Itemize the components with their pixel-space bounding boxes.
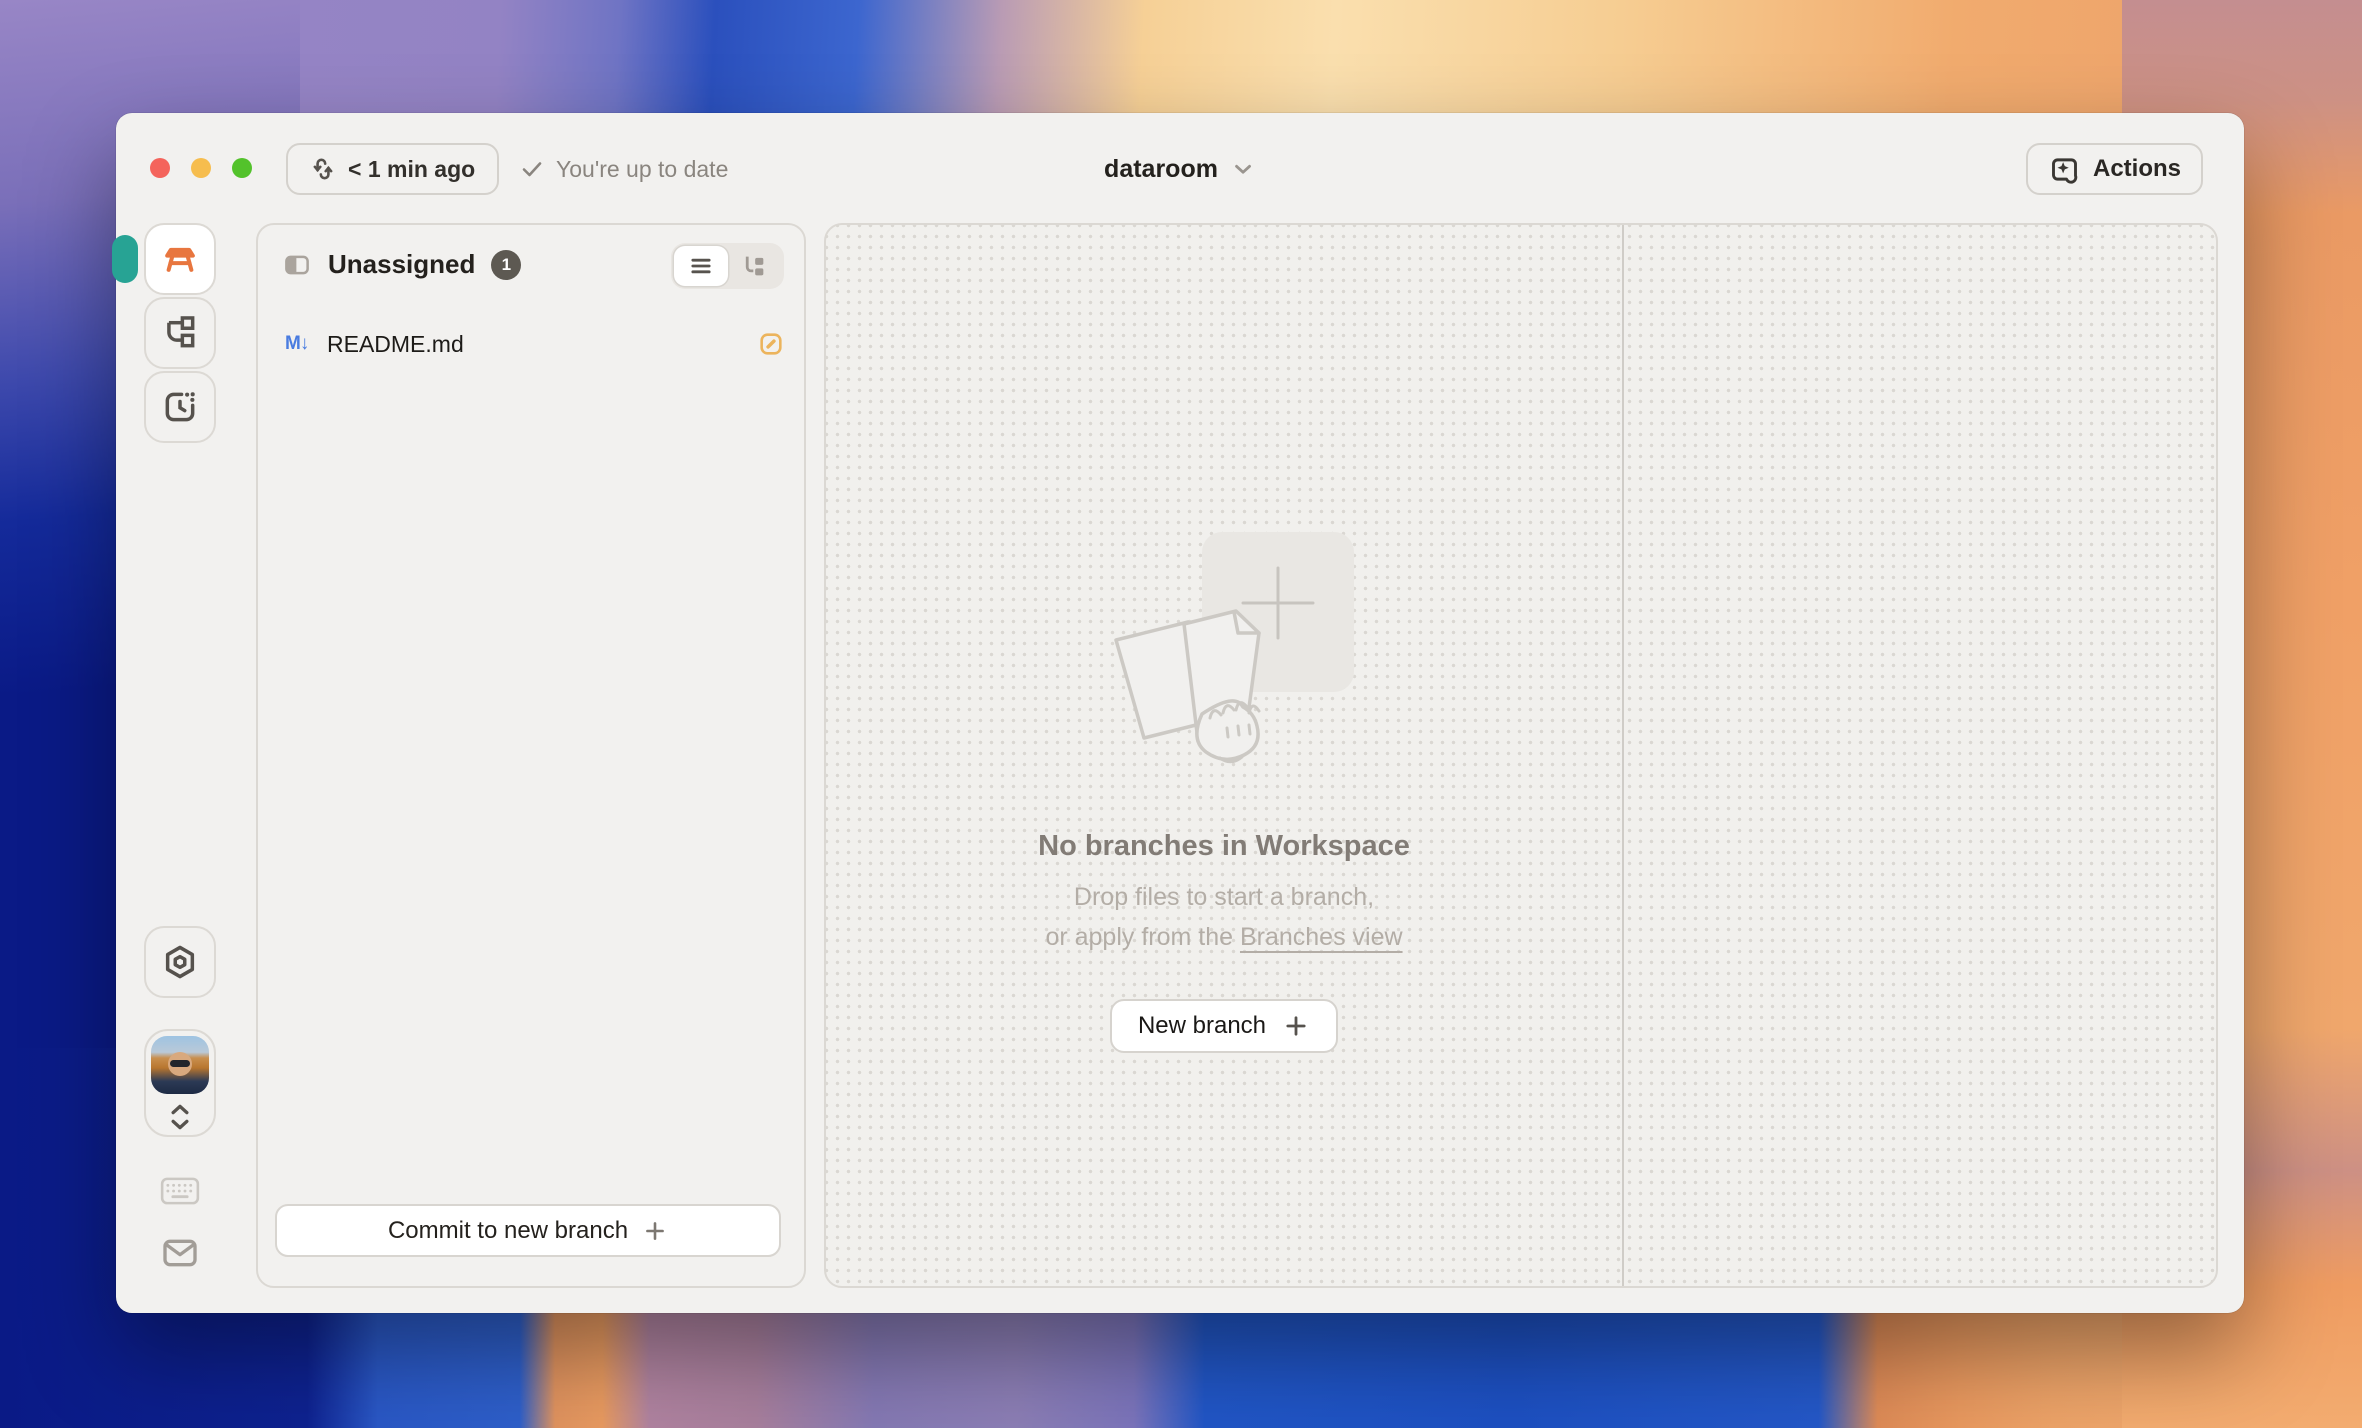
project-title: dataroom [1104,155,1218,184]
empty-line2-prefix: or apply from the [1045,923,1240,951]
zoom-button[interactable] [232,158,252,178]
unassigned-header: Unassigned 1 [258,225,804,311]
sidebar-item-workspace[interactable] [144,223,216,295]
up-to-date-status: You're up to date [520,143,728,195]
settings-button[interactable] [144,926,216,998]
list-view-button[interactable] [674,246,728,286]
chevron-down-icon [1230,156,1256,182]
modified-pencil-icon [757,330,785,358]
plus-icon [642,1218,668,1244]
app-window: < 1 min ago You're up to date dataroom [116,113,2244,1313]
mail-icon [160,1233,200,1273]
desktop-wallpaper: < 1 min ago You're up to date dataroom [0,0,2362,1428]
split-panel-icon [282,250,312,280]
user-avatar [151,1036,209,1094]
workspace-panel: No branches in Workspace Drop files to s… [824,223,2218,1288]
commit-to-new-branch-button[interactable]: Commit to new branch [275,1204,781,1257]
workspace-empty-state: No branches in Workspace Drop files to s… [826,532,1622,1053]
window-controls [150,158,252,178]
account-switcher[interactable] [144,1029,216,1137]
sync-label: < 1 min ago [348,156,475,183]
drop-files-illustration [1084,532,1364,784]
sync-icon [310,156,336,182]
chevron-up-down-icon [165,1100,195,1134]
file-name: README.md [327,331,464,358]
file-row[interactable]: M↓ README.md [268,321,794,367]
titlebar: < 1 min ago You're up to date dataroom [116,113,2244,197]
file-count-badge: 1 [491,250,521,280]
sync-status-button[interactable]: < 1 min ago [286,143,499,195]
new-branch-button[interactable]: New branch [1110,999,1338,1053]
sidebar-item-history[interactable] [144,371,216,443]
markdown-file-icon: M↓ [285,333,327,355]
empty-state-title: No branches in Workspace [1038,830,1410,863]
sparkle-square-icon [2048,153,2081,186]
lane-divider [1622,225,1624,1286]
keyboard-icon [160,1175,200,1207]
tree-view-button[interactable] [728,246,782,286]
actions-label: Actions [2093,155,2181,183]
status-label: You're up to date [556,156,728,183]
list-view-icon [687,252,715,280]
project-switcher[interactable]: dataroom [1104,143,1256,195]
branch-graph-icon [161,314,199,352]
history-clock-icon [161,388,199,426]
plus-icon [1282,1012,1310,1040]
minimize-button[interactable] [191,158,211,178]
close-button[interactable] [150,158,170,178]
feedback-button[interactable] [160,1233,200,1273]
settings-hex-icon [161,943,199,981]
tree-view-icon [740,252,768,280]
unassigned-panel: Unassigned 1 [256,223,806,1288]
new-branch-label: New branch [1138,1012,1266,1040]
view-toggle [671,243,784,289]
notification-pill [112,235,138,283]
sidebar-item-branches[interactable] [144,297,216,369]
empty-state-description: Drop files to start a branch, or apply f… [1045,877,1402,957]
check-icon [520,157,544,181]
panel-title: Unassigned [328,249,475,280]
keyboard-shortcuts-button[interactable] [160,1175,200,1207]
branches-view-link[interactable]: Branches view [1240,923,1403,951]
butler-table-icon [160,239,200,279]
actions-button[interactable]: Actions [2026,143,2203,195]
commit-button-label: Commit to new branch [388,1217,628,1245]
empty-line1: Drop files to start a branch, [1074,883,1374,911]
